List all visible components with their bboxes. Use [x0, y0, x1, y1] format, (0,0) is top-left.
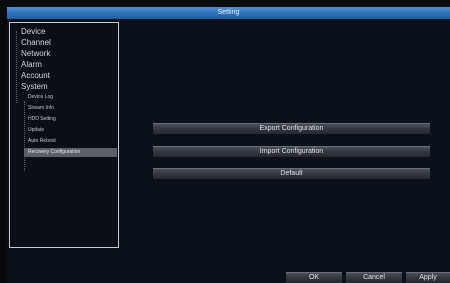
- ok-button[interactable]: OK: [286, 272, 342, 283]
- tree-item-device[interactable]: Device: [21, 26, 45, 37]
- apply-button[interactable]: Apply: [406, 272, 450, 283]
- settings-tree: Device Channel Network Alarm Account Sys…: [9, 22, 119, 248]
- tree-item-recovery-configuration[interactable]: Recovery Configuration: [24, 148, 117, 157]
- tree-item-auto-reboot[interactable]: Auto Reboot: [28, 137, 56, 146]
- default-button[interactable]: Default: [153, 168, 430, 179]
- tree-item-hdd-setting[interactable]: HDD Setting: [28, 115, 56, 124]
- tree-item-alarm[interactable]: Alarm: [21, 59, 42, 70]
- import-configuration-button[interactable]: Import Configuration: [153, 146, 430, 157]
- tree-item-account[interactable]: Account: [21, 70, 50, 81]
- export-configuration-button[interactable]: Export Configuration: [153, 123, 430, 134]
- tree-item-system[interactable]: System: [21, 81, 48, 92]
- settings-window: Setting Device Channel Network Alarm Acc…: [7, 7, 450, 283]
- cancel-button[interactable]: Cancel: [346, 272, 402, 283]
- tree-item-stream-info[interactable]: Stream Info: [28, 104, 54, 113]
- window-title: Setting: [7, 7, 450, 19]
- tree-item-channel[interactable]: Channel: [21, 37, 51, 48]
- tree-item-device-log[interactable]: Device Log: [28, 93, 53, 102]
- tree-item-update[interactable]: Update: [28, 126, 44, 135]
- tree-connector-line: [16, 31, 17, 103]
- tree-item-network[interactable]: Network: [21, 48, 50, 59]
- tree-connector-line-system: [24, 101, 25, 171]
